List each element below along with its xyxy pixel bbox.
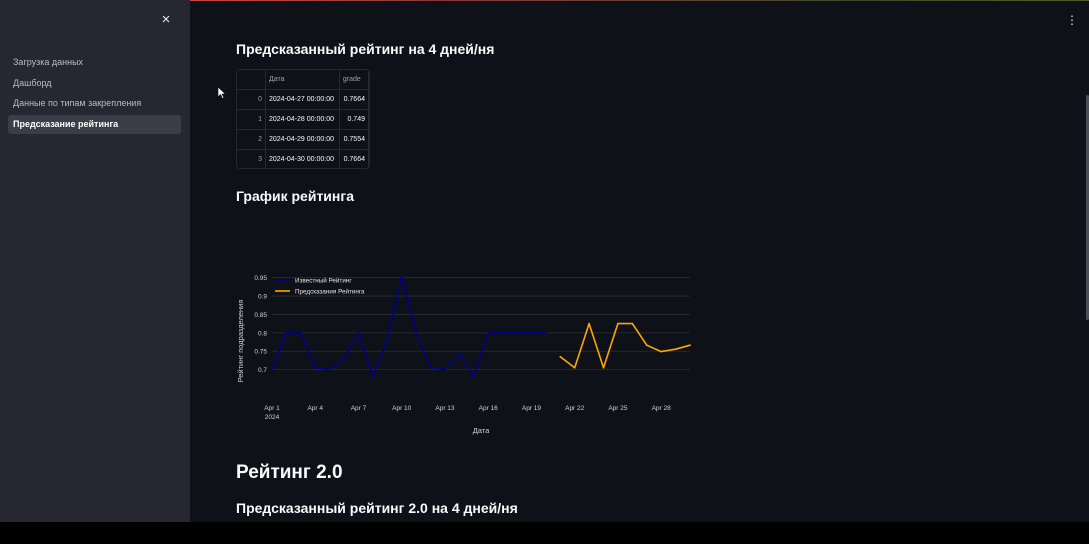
legend-label: Известный Рейтинг: [295, 277, 352, 285]
x-tick-label: Apr 28: [652, 405, 672, 412]
data-point: [588, 322, 591, 325]
sidebar-item-rating-prediction[interactable]: Предсказание рейтинга: [8, 115, 181, 134]
table-header-grade: grade: [339, 70, 369, 90]
data-point: [271, 368, 273, 371]
table-cell-index: 1: [237, 109, 266, 130]
data-point: [544, 331, 547, 334]
y-tick-label: 0.9: [258, 294, 267, 301]
data-point: [371, 376, 374, 378]
main-menu-icon[interactable]: ⋮: [1066, 12, 1078, 28]
section-rating-2-title: Рейтинг 2.0: [236, 462, 343, 483]
y-tick-label: 0.95: [254, 275, 267, 282]
x-tick-label: Apr 7: [351, 405, 367, 412]
close-sidebar-icon[interactable]: ×: [158, 12, 174, 28]
data-point: [458, 352, 461, 354]
x-tick-label: Apr 22: [565, 405, 585, 412]
prediction-table[interactable]: Дата grade 0 2024-04-27 00:00:00 0.7664 …: [236, 69, 370, 169]
table-row: 0 2024-04-27 00:00:00 0.7664: [237, 89, 369, 110]
table-header-row: Дата grade: [237, 70, 369, 90]
data-point: [429, 366, 432, 369]
data-point: [285, 331, 288, 334]
data-point: [674, 348, 677, 351]
data-point: [328, 368, 331, 371]
table-row: 1 2024-04-28 00:00:00 0.749: [237, 109, 369, 130]
rating-chart[interactable]: 0.7 0.75 0.8 0.85 0.9 0.95 Apr 1 2024 Apr 4 Apr 7…: [232, 268, 702, 438]
x-tick-label: Apr 4: [307, 405, 323, 412]
prediction-2-title: Предсказанный рейтинг 2.0 на 4 дней/ня: [236, 500, 518, 516]
table-cell-grade: 0.7664: [339, 149, 369, 168]
data-point: [357, 331, 360, 334]
data-point: [472, 376, 475, 378]
table-row: 2 2024-04-29 00:00:00 0.7554: [237, 129, 369, 150]
data-point: [645, 344, 648, 347]
table-header-date: Дата: [265, 70, 340, 90]
legend-label: Предсказания Рейтинга: [295, 288, 365, 296]
data-point: [415, 331, 418, 334]
data-point: [386, 339, 389, 342]
table-cell-date: 2024-04-27 00:00:00: [265, 89, 340, 110]
data-point: [602, 366, 605, 369]
data-point: [487, 331, 490, 334]
table-cell-grade: 0.749: [339, 109, 369, 130]
table-cell-date: 2024-04-30 00:00:00: [265, 149, 340, 168]
x-tick-label: Apr 25: [608, 405, 628, 412]
table-cell-index: 2: [237, 129, 266, 150]
data-point: [516, 331, 518, 334]
table-cell-index: 0: [237, 89, 266, 110]
data-point: [631, 322, 634, 325]
data-point: [573, 366, 576, 369]
sidebar-item-fixation-types[interactable]: Данные по типам закрепления: [8, 94, 181, 113]
x-tick-label: Apr 1: [264, 405, 280, 412]
table-cell-grade: 0.7554: [339, 129, 369, 150]
table-row: 3 2024-04-30 00:00:00 0.7664: [237, 149, 369, 168]
sidebar-item-data-upload[interactable]: Загрузка данных: [8, 53, 181, 72]
y-axis-title: Рейтинг подразделения: [236, 300, 245, 383]
table-cell-index: 3: [237, 149, 266, 168]
table-cell-date: 2024-04-28 00:00:00: [265, 109, 340, 130]
y-tick-label: 0.85: [254, 312, 267, 319]
app-window: × Загрузка данных Дашборд Данные по типа…: [0, 0, 1089, 522]
x-tick-label: Apr 13: [435, 405, 455, 412]
data-point: [559, 355, 562, 358]
x-tick-label: Apr 10: [392, 405, 412, 412]
sidebar-item-dashboard[interactable]: Дашборд: [8, 74, 181, 93]
table-cell-date: 2024-04-29 00:00:00: [265, 129, 340, 150]
data-point: [314, 366, 317, 369]
mouse-cursor-icon: [218, 87, 226, 99]
data-point: [689, 344, 691, 347]
data-point: [299, 331, 302, 334]
x-tick-label: Apr 19: [522, 405, 542, 412]
x-tick-year-label: 2024: [265, 414, 280, 421]
x-tick-label: Apr 16: [479, 405, 499, 412]
y-tick-label: 0.8: [258, 330, 267, 337]
x-axis-title: Дата: [473, 426, 490, 435]
series-line-1: [559, 322, 691, 369]
data-point: [660, 350, 663, 353]
sidebar: × Загрузка данных Дашборд Данные по типа…: [0, 0, 190, 522]
data-point: [617, 322, 619, 325]
table-header-index: [237, 70, 266, 90]
data-point: [501, 331, 504, 334]
chart-section-title: График рейтинга: [236, 188, 354, 204]
prediction-title: Предсказанный рейтинг на 4 дней/ня: [236, 41, 495, 57]
data-point: [400, 274, 403, 277]
data-point: [530, 331, 533, 334]
y-tick-label: 0.75: [254, 349, 267, 356]
y-tick-label: 0.7: [258, 367, 267, 374]
data-point: [444, 368, 446, 371]
data-point: [343, 357, 345, 360]
table-cell-grade: 0.7664: [339, 89, 369, 110]
